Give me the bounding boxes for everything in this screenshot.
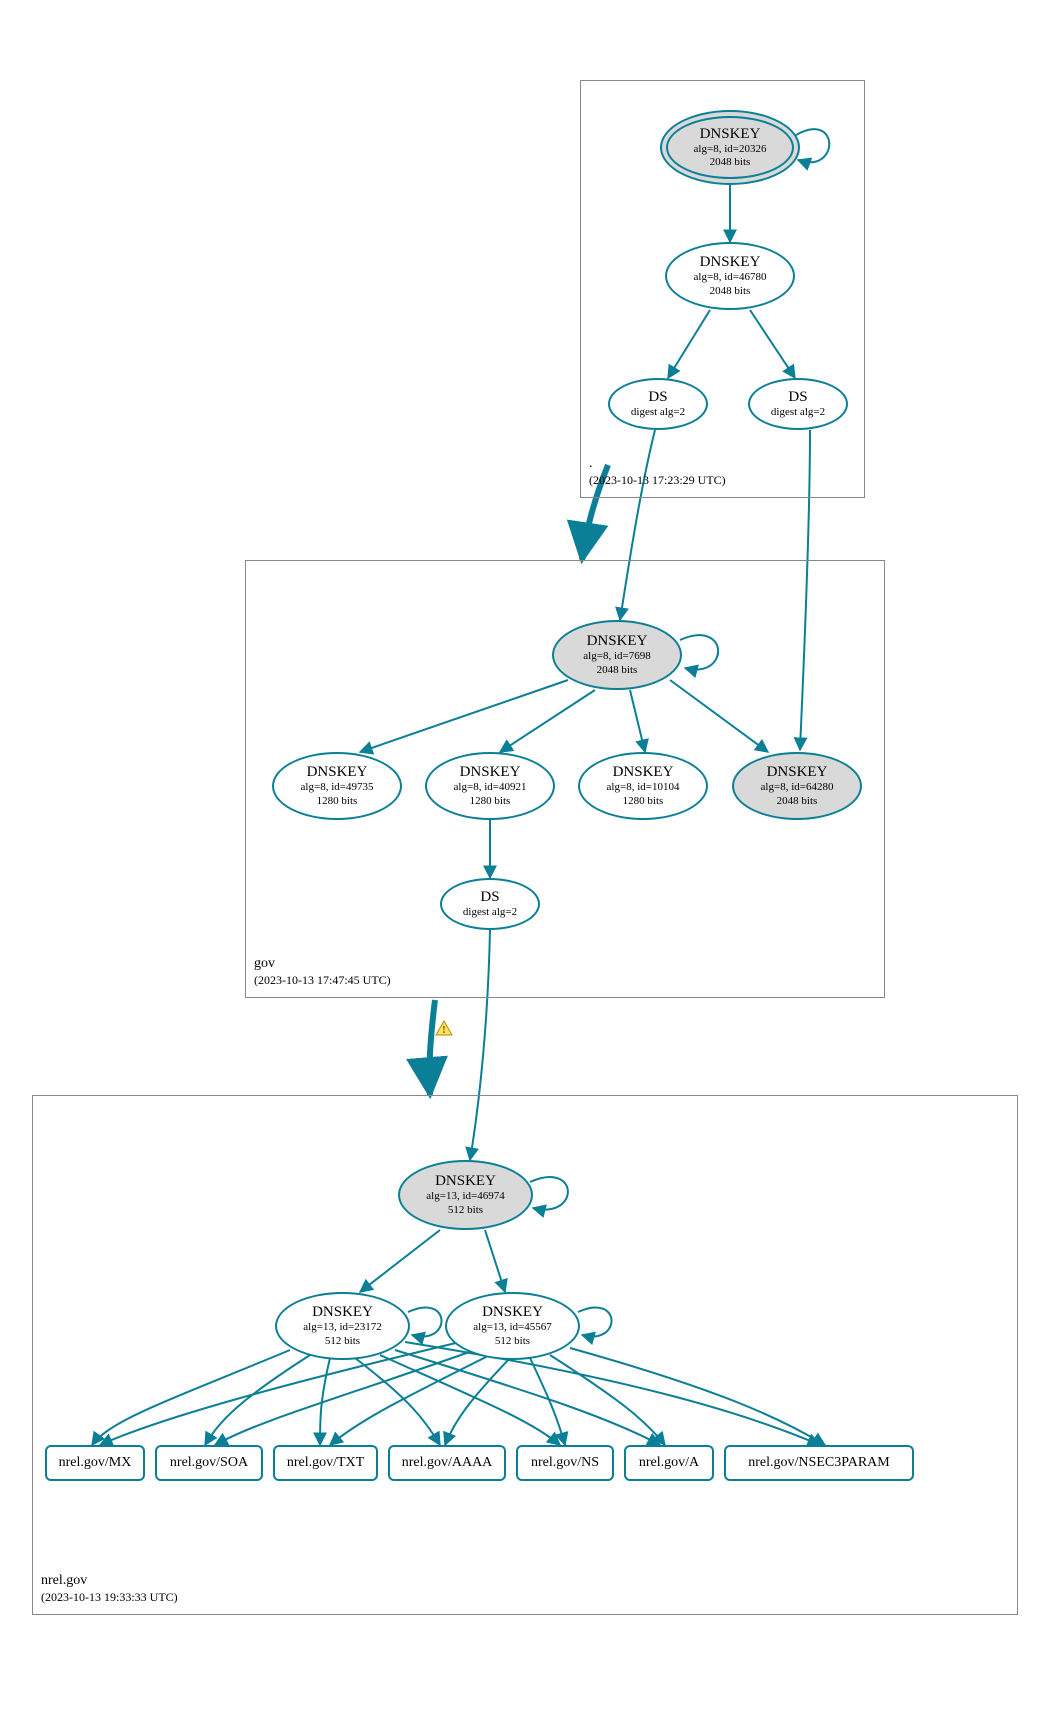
- node-alg: alg=8, id=49735: [301, 781, 374, 794]
- node-type: DNSKEY: [460, 764, 521, 781]
- node-digest: digest alg=2: [771, 406, 825, 419]
- node-gov-k4: DNSKEY alg=8, id=64280 2048 bits: [732, 752, 862, 820]
- node-type: DNSKEY: [587, 633, 648, 650]
- zone-nrel-name: nrel.gov: [41, 1572, 178, 1590]
- node-type: DNSKEY: [435, 1173, 496, 1190]
- node-alg: alg=8, id=7698: [583, 650, 650, 663]
- rr-aaaa: nrel.gov/AAAA: [388, 1445, 506, 1481]
- node-bits: 2048 bits: [597, 664, 638, 677]
- node-bits: 1280 bits: [317, 795, 358, 808]
- node-type: DS: [480, 889, 499, 906]
- node-nrel-ksk: DNSKEY alg=13, id=46974 512 bits: [398, 1160, 533, 1230]
- zone-gov-timestamp: (2023-10-13 17:47:45 UTC): [254, 973, 391, 989]
- zone-root-timestamp: (2023-10-13 17:23:29 UTC): [589, 473, 726, 489]
- warning-icon: !: [435, 1020, 453, 1036]
- node-bits: 1280 bits: [470, 795, 511, 808]
- node-root-ds2: DS digest alg=2: [748, 378, 848, 430]
- node-digest: digest alg=2: [463, 906, 517, 919]
- rr-soa: nrel.gov/SOA: [155, 1445, 263, 1481]
- zone-gov-name: gov: [254, 955, 391, 973]
- node-alg: alg=8, id=40921: [454, 781, 527, 794]
- node-bits: 1280 bits: [623, 795, 664, 808]
- zone-root-name: .: [589, 455, 726, 473]
- node-root-ds1: DS digest alg=2: [608, 378, 708, 430]
- zone-gov-label: gov (2023-10-13 17:47:45 UTC): [254, 955, 391, 989]
- node-type: DNSKEY: [700, 126, 761, 143]
- node-alg: alg=8, id=64280: [761, 781, 834, 794]
- rr-nsec3: nrel.gov/NSEC3PARAM: [724, 1445, 914, 1481]
- rr-a: nrel.gov/A: [624, 1445, 714, 1481]
- node-alg: alg=13, id=45567: [473, 1321, 551, 1334]
- dnssec-diagram: . (2023-10-13 17:23:29 UTC) DNSKEY alg=8…: [20, 20, 1063, 1710]
- rr-ns: nrel.gov/NS: [516, 1445, 614, 1481]
- node-gov-ksk: DNSKEY alg=8, id=7698 2048 bits: [552, 620, 682, 690]
- node-alg: alg=8, id=20326: [694, 143, 767, 156]
- node-digest: digest alg=2: [631, 406, 685, 419]
- node-bits: 512 bits: [448, 1204, 483, 1217]
- rr-mx: nrel.gov/MX: [45, 1445, 145, 1481]
- node-bits: 2048 bits: [710, 156, 751, 169]
- node-type: DNSKEY: [767, 764, 828, 781]
- node-alg: alg=8, id=46780: [694, 271, 767, 284]
- node-bits: 2048 bits: [777, 795, 818, 808]
- node-type: DNSKEY: [307, 764, 368, 781]
- node-type: DNSKEY: [482, 1304, 543, 1321]
- node-type: DS: [648, 389, 667, 406]
- node-alg: alg=13, id=23172: [303, 1321, 381, 1334]
- zone-root-label: . (2023-10-13 17:23:29 UTC): [589, 455, 726, 489]
- node-root-zsk: DNSKEY alg=8, id=46780 2048 bits: [665, 242, 795, 310]
- node-nrel-k1: DNSKEY alg=13, id=23172 512 bits: [275, 1292, 410, 1360]
- node-alg: alg=8, id=10104: [607, 781, 680, 794]
- node-bits: 2048 bits: [710, 285, 751, 298]
- svg-text:!: !: [442, 1024, 446, 1036]
- zone-nrel-label: nrel.gov (2023-10-13 19:33:33 UTC): [41, 1572, 178, 1606]
- node-gov-k1: DNSKEY alg=8, id=49735 1280 bits: [272, 752, 402, 820]
- node-type: DNSKEY: [312, 1304, 373, 1321]
- node-type: DS: [788, 389, 807, 406]
- node-type: DNSKEY: [700, 254, 761, 271]
- zone-nrel-timestamp: (2023-10-13 19:33:33 UTC): [41, 1590, 178, 1606]
- node-bits: 512 bits: [325, 1335, 360, 1348]
- node-nrel-k2: DNSKEY alg=13, id=45567 512 bits: [445, 1292, 580, 1360]
- node-root-ksk: DNSKEY alg=8, id=20326 2048 bits: [660, 110, 800, 185]
- node-bits: 512 bits: [495, 1335, 530, 1348]
- node-alg: alg=13, id=46974: [426, 1190, 504, 1203]
- node-gov-ds: DS digest alg=2: [440, 878, 540, 930]
- node-type: DNSKEY: [613, 764, 674, 781]
- rr-txt: nrel.gov/TXT: [273, 1445, 378, 1481]
- node-gov-k3: DNSKEY alg=8, id=10104 1280 bits: [578, 752, 708, 820]
- node-gov-k2: DNSKEY alg=8, id=40921 1280 bits: [425, 752, 555, 820]
